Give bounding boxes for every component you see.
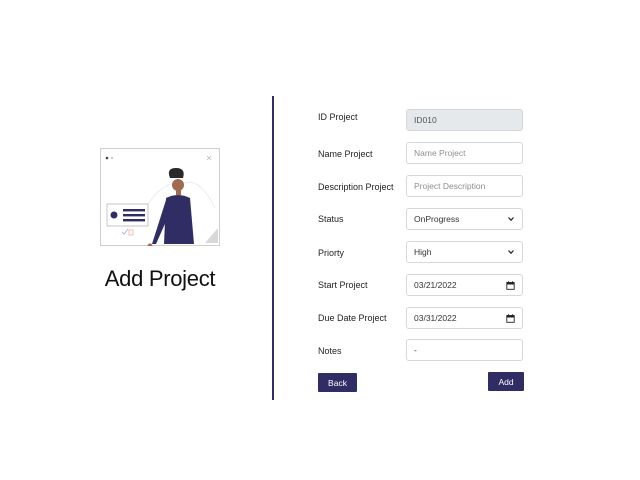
due-date-project-label: Due Date Project — [318, 313, 387, 323]
add-button[interactable]: Add — [488, 372, 524, 391]
status-label: Status — [318, 214, 344, 224]
priority-value: High — [414, 247, 432, 257]
due-date-project-date-input[interactable]: 03/31/2022 — [406, 307, 523, 329]
name-project-placeholder: Name Project — [414, 148, 466, 158]
page-title: Add Project — [104, 266, 216, 291]
name-project-label: Name Project — [318, 149, 373, 159]
start-project-date-input[interactable]: 03/21/2022 — [406, 274, 523, 296]
id-project-input: ID010 — [406, 109, 523, 131]
notes-label: Notes — [318, 346, 342, 356]
calendar-icon[interactable] — [506, 313, 515, 323]
id-project-label: ID Project — [318, 112, 358, 122]
status-value: OnProgress — [414, 214, 460, 224]
start-project-value: 03/21/2022 — [414, 280, 457, 290]
due-date-project-value: 03/31/2022 — [414, 313, 457, 323]
start-project-label: Start Project — [318, 280, 368, 290]
description-project-placeholder: Project Description — [414, 181, 486, 191]
back-button[interactable]: Back — [318, 373, 357, 392]
priority-label: Priorty — [318, 248, 345, 258]
name-project-input[interactable]: Name Project — [406, 142, 523, 164]
calendar-icon[interactable] — [506, 280, 515, 290]
description-project-label: Description Project — [318, 182, 394, 192]
chevron-down-icon — [508, 217, 514, 222]
vertical-divider — [272, 96, 274, 400]
notes-value: - — [414, 345, 417, 355]
notes-input[interactable]: - — [406, 339, 523, 361]
status-select[interactable]: OnProgress — [406, 208, 523, 230]
project-illustration — [100, 148, 220, 246]
priority-select[interactable]: High — [406, 241, 523, 263]
description-project-input[interactable]: Project Description — [406, 175, 523, 197]
id-project-value: ID010 — [414, 115, 437, 125]
chevron-down-icon — [508, 250, 514, 255]
